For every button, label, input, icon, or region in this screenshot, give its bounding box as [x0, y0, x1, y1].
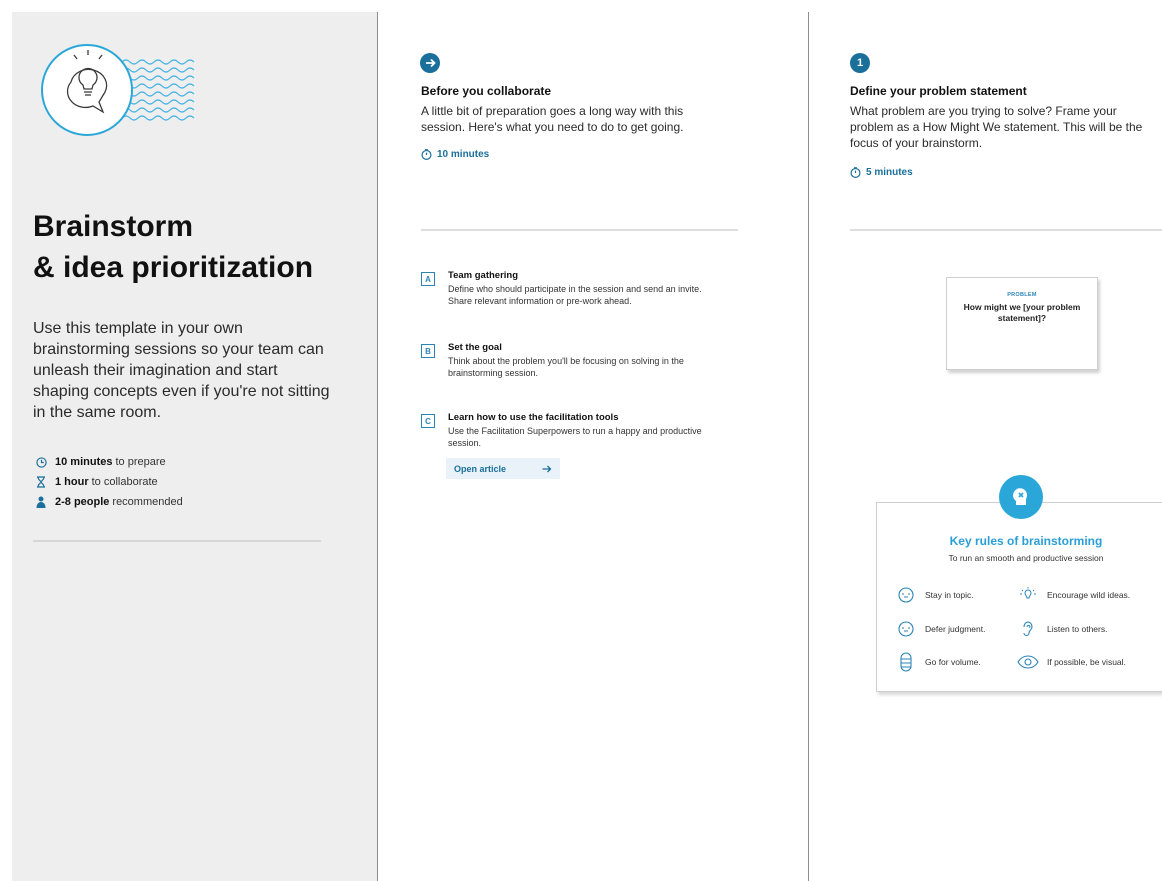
column-divider [377, 12, 378, 881]
meta-collaborate: 1 hour to collaborate [33, 472, 183, 492]
before-description: A little bit of preparation goes a long … [421, 104, 684, 134]
meta-prepare: 10 minutes to prepare [33, 452, 183, 472]
step1-description: What problem are you trying to solve? Fr… [850, 104, 1143, 150]
rules-subtitle: To run an smooth and productive session [948, 553, 1104, 563]
session-meta: 10 minutes to prepare 1 hour to collabor… [33, 452, 183, 512]
before-time-label: 10 minutes [437, 149, 490, 160]
arrow-right-icon [420, 53, 440, 73]
problem-label: PROBLEM [1007, 292, 1037, 298]
meta-people: 2-8 people recommended [33, 492, 183, 512]
task-letter: C [421, 414, 435, 428]
task-letter: B [421, 344, 435, 358]
eye-icon [1017, 652, 1039, 672]
brain-icon [999, 475, 1043, 519]
step1-time-label: 5 minutes [866, 167, 913, 178]
problem-card[interactable]: PROBLEM How might we [your problem state… [946, 277, 1098, 370]
rule-item: Encourage wild ideas. [1017, 585, 1130, 605]
clock-icon [33, 456, 49, 468]
hourglass-icon [33, 476, 49, 488]
meta-collaborate-value: 1 hour [55, 476, 89, 488]
brainstorm-hero-icon [41, 44, 195, 136]
before-title: Before you collaborate [421, 84, 552, 98]
column-divider [808, 12, 809, 881]
problem-statement: How might we [your problem statement]? [963, 302, 1081, 323]
face-icon [895, 585, 917, 605]
stack-icon [895, 652, 917, 672]
rule-item: Stay in topic. [895, 585, 974, 605]
meta-people-label: recommended [112, 496, 183, 508]
rule-label: Listen to others. [1047, 624, 1108, 634]
person-icon [33, 496, 49, 508]
task-description: Define who should participate in the ses… [448, 284, 702, 306]
arrow-right-icon [542, 465, 552, 472]
rule-label: Defer judgment. [925, 624, 986, 634]
task-title: Team gathering [448, 270, 519, 281]
task-description: Think about the problem you'll be focusi… [448, 356, 684, 378]
step1-time: 5 minutes [850, 167, 913, 178]
rule-label: Go for volume. [925, 657, 981, 667]
rule-item: Defer judgment. [895, 619, 985, 639]
lightbulb-icon [1017, 585, 1039, 605]
meta-prepare-label: to prepare [115, 456, 166, 468]
meta-collaborate-label: to collaborate [91, 476, 158, 488]
open-article-button[interactable]: Open article [446, 458, 560, 479]
step1-divider [850, 229, 1162, 231]
task-title: Learn how to use the facilitation tools [448, 412, 619, 423]
title-line-1: Brainstorm [33, 210, 194, 243]
step-number-badge: 1 [850, 53, 870, 73]
timer-icon [850, 167, 861, 178]
task-description: Use the Facilitation Superpowers to run … [448, 426, 702, 448]
intro-description: Use this template in your own brainstorm… [33, 320, 330, 421]
meta-prepare-value: 10 minutes [55, 456, 113, 468]
rules-title: Key rules of brainstorming [949, 534, 1103, 548]
face-icon [895, 619, 917, 639]
task-title: Set the goal [448, 342, 502, 353]
open-article-label: Open article [454, 463, 507, 474]
rule-label: Stay in topic. [925, 590, 974, 600]
rule-item: If possible, be visual. [1017, 652, 1126, 672]
timer-icon [421, 149, 432, 160]
ear-icon [1017, 619, 1039, 639]
rule-item: Listen to others. [1017, 619, 1107, 639]
rule-label: Encourage wild ideas. [1047, 590, 1131, 600]
rule-item: Go for volume. [895, 652, 981, 672]
before-divider [421, 229, 738, 231]
rule-label: If possible, be visual. [1047, 657, 1126, 667]
meta-people-value: 2-8 people [55, 496, 110, 508]
step1-title: Define your problem statement [850, 84, 1027, 98]
intro-divider [33, 540, 321, 542]
before-time: 10 minutes [421, 149, 489, 160]
title-line-2: & idea prioritization [33, 251, 314, 284]
task-letter: A [421, 272, 435, 286]
page-title: Brainstorm & idea prioritization [33, 206, 353, 288]
